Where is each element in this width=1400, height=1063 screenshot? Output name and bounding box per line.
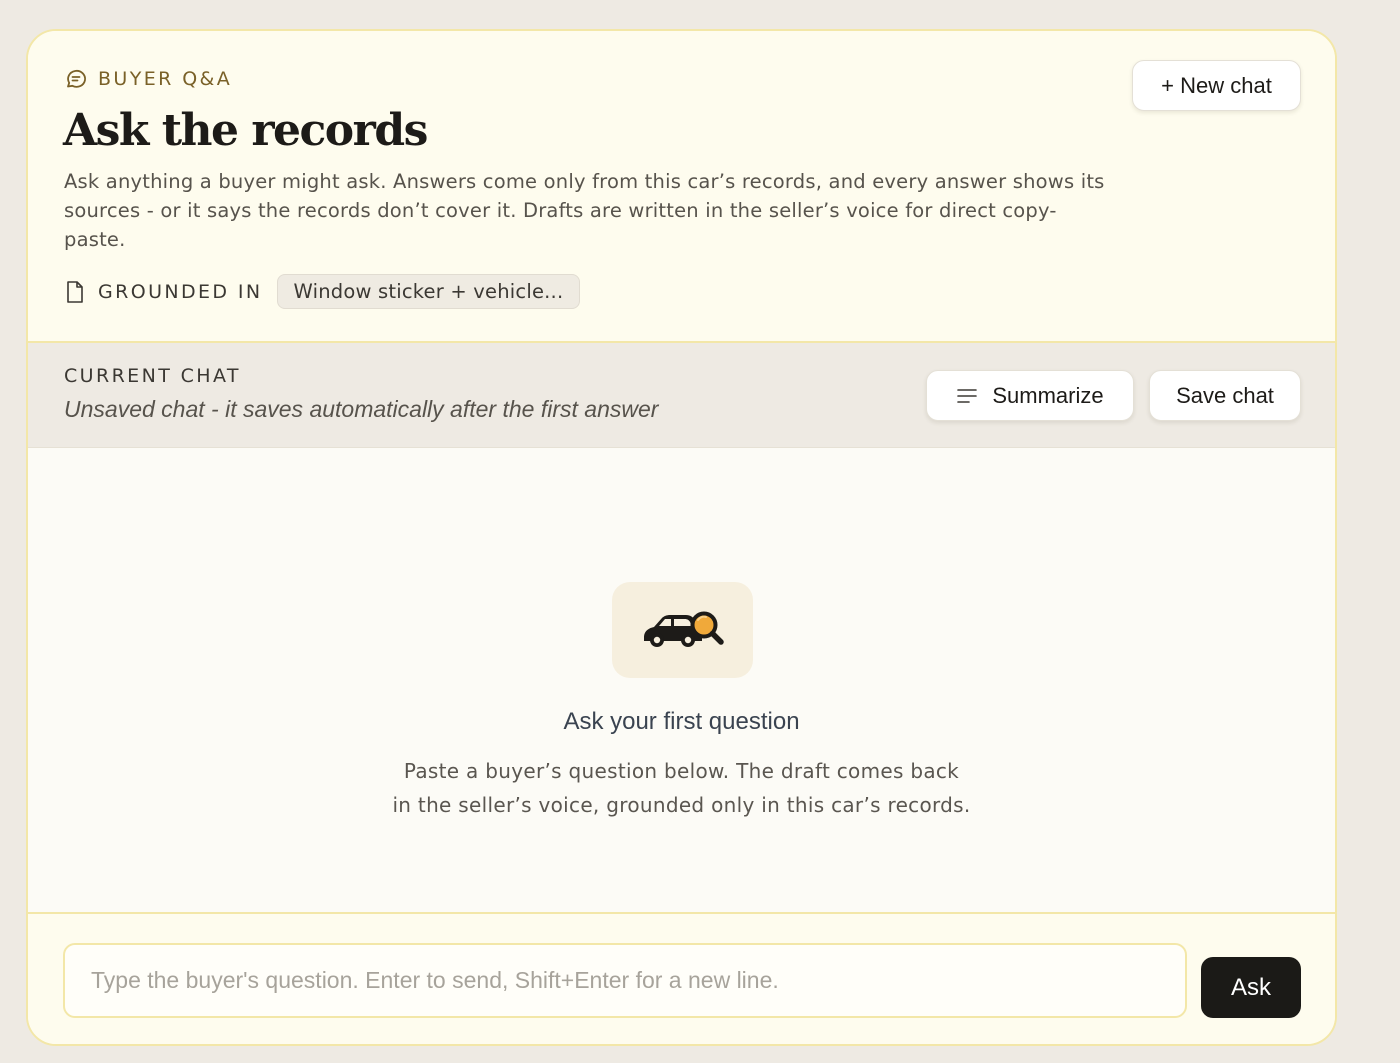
composer: Ask (28, 912, 1335, 1044)
chat-bubble-icon (67, 69, 86, 88)
lines-icon (957, 388, 978, 403)
grounded-source-chip[interactable]: Window sticker + vehicle... (276, 274, 581, 309)
document-icon (67, 280, 83, 303)
empty-state-line-1: Paste a buyer’s question below. The draf… (403, 759, 960, 783)
buyer-qa-card: BUYER Q&A Ask the records Ask anything a… (26, 29, 1337, 1046)
eyebrow-label: BUYER Q&A (98, 68, 233, 90)
empty-state-icon-tile (612, 582, 753, 678)
empty-state-title: Ask your first question (563, 708, 800, 735)
eyebrow: BUYER Q&A (64, 67, 232, 91)
card-header: BUYER Q&A Ask the records Ask anything a… (28, 31, 1335, 343)
page-description: Ask anything a buyer might ask. Answers … (64, 170, 1105, 251)
grounded-in-row: GROUNDED IN Window sticker + vehicle... (64, 274, 581, 309)
question-input[interactable] (63, 943, 1187, 1018)
grounded-in-label: GROUNDED IN (98, 280, 263, 303)
current-chat-label: CURRENT CHAT (64, 365, 241, 387)
summarize-label: Summarize (992, 382, 1104, 408)
empty-state-line-2: in the seller’s voice, grounded only in … (392, 793, 971, 817)
summarize-button[interactable]: Summarize (926, 370, 1134, 421)
page-title: Ask the records (63, 105, 428, 156)
save-chat-button[interactable]: Save chat (1149, 370, 1301, 421)
new-chat-button[interactable]: + New chat (1132, 60, 1301, 111)
car-search-icon (643, 611, 724, 647)
chat-status: Unsaved chat - it saves automatically af… (64, 396, 659, 422)
empty-state-description: Paste a buyer’s question below. The draf… (28, 754, 1335, 822)
ask-button[interactable]: Ask (1201, 957, 1301, 1018)
current-chat-bar: CURRENT CHAT Unsaved chat - it saves aut… (28, 343, 1335, 448)
